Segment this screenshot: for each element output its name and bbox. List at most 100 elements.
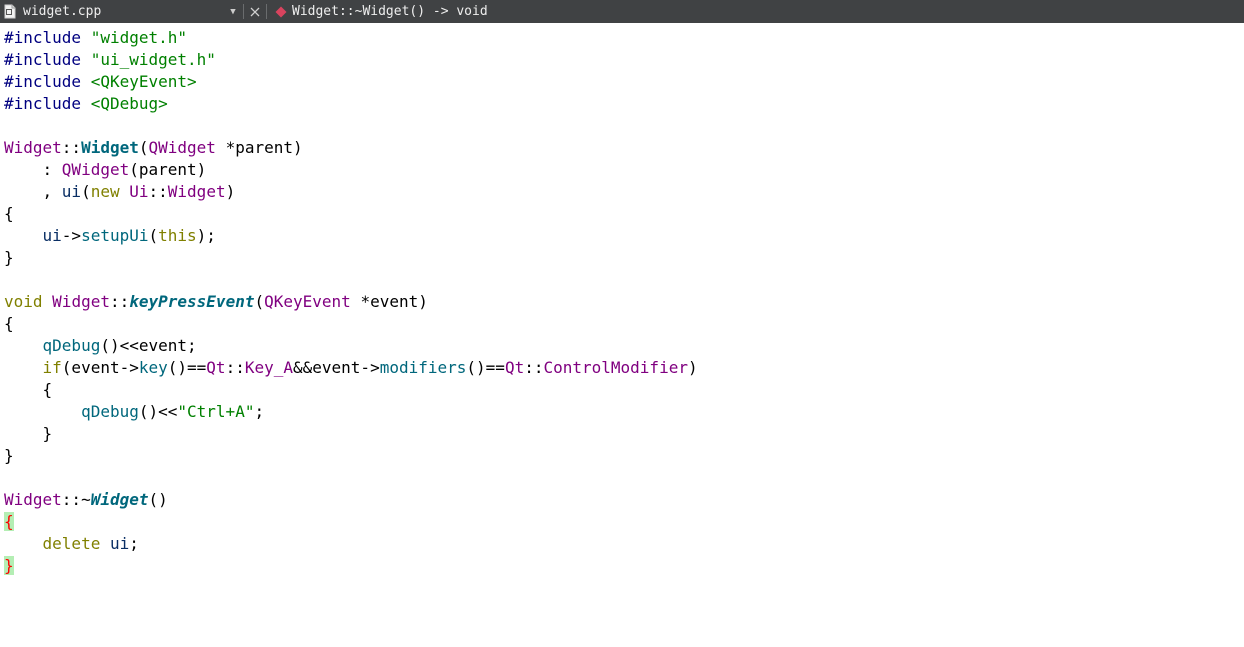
- code-token: ::: [61, 138, 82, 157]
- toolbar-separator: [266, 4, 267, 19]
- close-icon: [250, 7, 260, 16]
- code-token: <QKeyEvent>: [90, 72, 197, 91]
- code-line[interactable]: [4, 467, 1244, 489]
- code-token: if: [42, 358, 62, 377]
- code-token: *parent): [215, 138, 303, 157]
- code-token: "Ctrl+A": [177, 402, 255, 421]
- document-icon: [3, 4, 17, 20]
- code-token: ()==: [167, 358, 207, 377]
- code-token: ;: [254, 402, 265, 421]
- code-token: Key_A: [244, 358, 293, 377]
- code-token: (parent): [129, 160, 207, 179]
- code-line[interactable]: qDebug()<<event;: [4, 335, 1244, 357]
- code-line[interactable]: Widget::Widget(QWidget *parent): [4, 137, 1244, 159]
- code-token: Qt: [504, 358, 525, 377]
- code-token: new: [90, 182, 120, 201]
- code-token: Qt: [206, 358, 226, 377]
- code-token: }: [4, 248, 14, 267]
- code-editor-window: widget.cpp ▼ Widget::~Widget() -> void #…: [0, 0, 1244, 647]
- code-line[interactable]: delete ui;: [4, 533, 1244, 555]
- code-token: ->: [61, 226, 82, 245]
- code-token: "ui_widget.h": [90, 50, 216, 69]
- code-line[interactable]: void Widget::keyPressEvent(QKeyEvent *ev…: [4, 291, 1244, 313]
- code-token: (: [254, 292, 265, 311]
- code-token: "widget.h": [90, 28, 188, 47]
- code-token: QWidget: [61, 160, 130, 179]
- code-line[interactable]: }: [4, 423, 1244, 445]
- code-token: ::~: [61, 490, 91, 509]
- code-token: ::: [148, 182, 168, 201]
- editor-toolbar: widget.cpp ▼ Widget::~Widget() -> void: [0, 0, 1244, 23]
- code-line[interactable]: ui->setupUi(this);: [4, 225, 1244, 247]
- code-line[interactable]: [4, 269, 1244, 291]
- code-line[interactable]: {: [4, 379, 1244, 401]
- code-line[interactable]: {: [4, 511, 1244, 533]
- code-token: qDebug: [42, 336, 101, 355]
- code-line[interactable]: Widget::~Widget(): [4, 489, 1244, 511]
- code-token: }: [4, 556, 14, 575]
- code-line[interactable]: }: [4, 247, 1244, 269]
- code-token: );: [196, 226, 216, 245]
- code-token: Widget: [167, 182, 226, 201]
- code-token: ui: [61, 182, 82, 201]
- code-token: key: [138, 358, 168, 377]
- code-line[interactable]: [4, 115, 1244, 137]
- file-name-label[interactable]: widget.cpp: [23, 4, 227, 19]
- code-token: #include: [4, 72, 82, 91]
- code-token: ::: [109, 292, 130, 311]
- code-token: Widget: [90, 490, 149, 509]
- code-line[interactable]: #include <QDebug>: [4, 93, 1244, 115]
- code-text-area[interactable]: #include "widget.h" #include "ui_widget.h…: [0, 27, 1244, 647]
- code-token: this: [158, 226, 197, 245]
- code-token: ): [687, 358, 698, 377]
- code-line[interactable]: }: [4, 445, 1244, 467]
- code-token: ui: [109, 534, 130, 553]
- code-token: ()==: [466, 358, 505, 377]
- code-token: QWidget: [148, 138, 216, 157]
- code-line[interactable]: , ui(new Ui::Widget): [4, 181, 1244, 203]
- code-line[interactable]: : QWidget(parent): [4, 159, 1244, 181]
- file-dropdown-icon[interactable]: ▼: [227, 7, 239, 17]
- code-token: <QDebug>: [90, 94, 168, 113]
- code-line[interactable]: if(event->key()==Qt::Key_A&&event->modif…: [4, 357, 1244, 379]
- code-token: ControlModifier: [543, 358, 688, 377]
- toolbar-separator: [243, 4, 244, 19]
- code-line[interactable]: #include "widget.h": [4, 27, 1244, 49]
- code-token: qDebug: [81, 402, 139, 421]
- code-token: (: [81, 182, 91, 201]
- code-token: ): [225, 182, 236, 201]
- code-token: ()<<: [138, 402, 178, 421]
- code-token: Widget: [4, 138, 62, 157]
- code-token: ui: [42, 226, 62, 245]
- code-line[interactable]: }: [4, 555, 1244, 577]
- code-token: Ui: [129, 182, 149, 201]
- code-line[interactable]: {: [4, 313, 1244, 335]
- close-file-button[interactable]: [248, 7, 262, 17]
- code-token: Widget: [4, 490, 62, 509]
- code-token: setupUi: [81, 226, 149, 245]
- code-line[interactable]: #include "ui_widget.h": [4, 49, 1244, 71]
- code-token: &&event->: [293, 358, 380, 377]
- code-token: #include: [4, 94, 82, 113]
- code-token: {: [4, 512, 14, 531]
- code-line[interactable]: {: [4, 203, 1244, 225]
- code-token: (: [148, 226, 159, 245]
- symbol-selector[interactable]: Widget::~Widget() -> void: [292, 4, 488, 19]
- code-token: }: [4, 446, 14, 465]
- code-token: {: [4, 380, 53, 399]
- code-line[interactable]: #include <QKeyEvent>: [4, 71, 1244, 93]
- code-token: }: [4, 424, 53, 443]
- code-line[interactable]: qDebug()<<"Ctrl+A";: [4, 401, 1244, 423]
- code-token: Widget: [81, 138, 139, 157]
- code-token: :: [4, 160, 62, 179]
